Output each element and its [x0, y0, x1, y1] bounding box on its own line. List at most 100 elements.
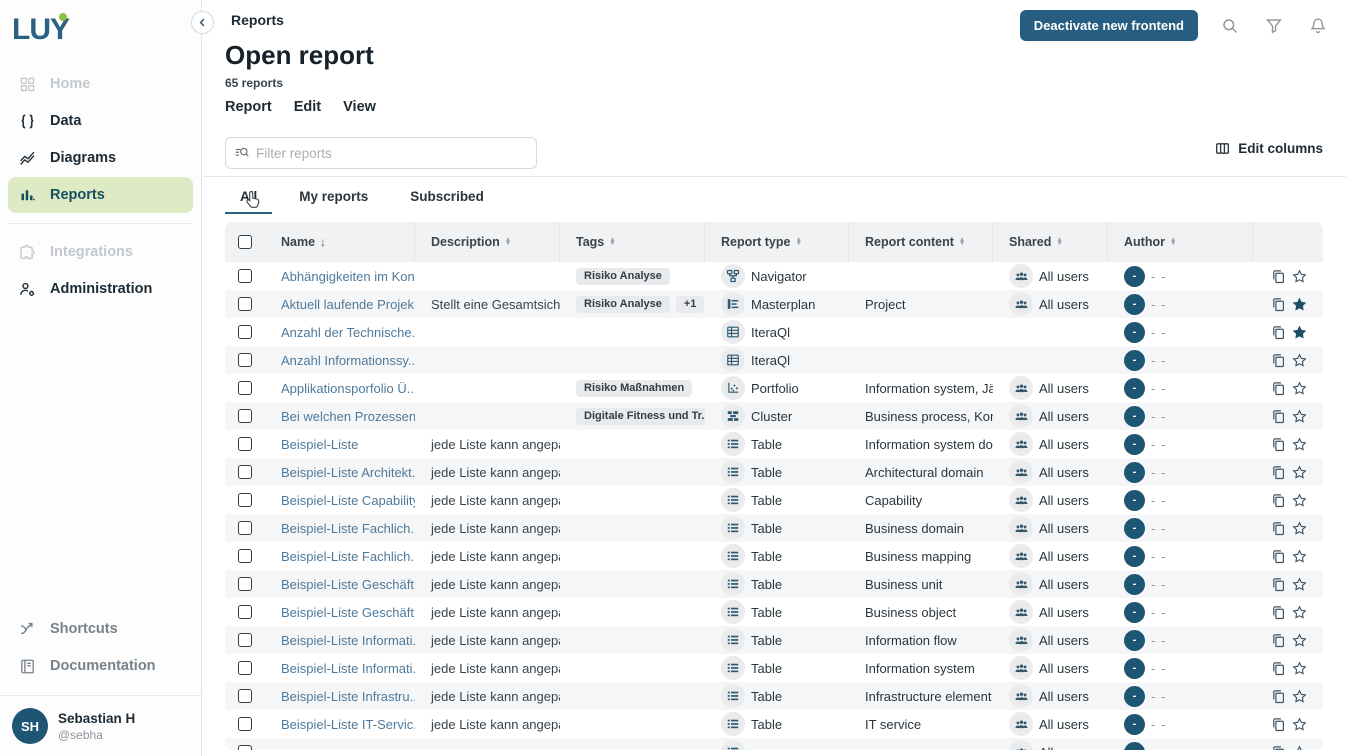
- report-name-link[interactable]: Anzahl Informationssy...: [281, 353, 415, 368]
- row-checkbox[interactable]: [238, 269, 252, 283]
- select-all-checkbox[interactable]: [238, 235, 252, 249]
- row-checkbox[interactable]: [238, 521, 252, 535]
- duplicate-report-icon[interactable]: [1271, 661, 1286, 676]
- sidebar-item-shortcuts[interactable]: Shortcuts: [8, 611, 193, 647]
- report-name-link[interactable]: Beispiel-Liste Fachlich...: [281, 521, 415, 536]
- table-row[interactable]: Beispiel-Liste Infrastru... jede Liste k…: [225, 682, 1323, 710]
- favorite-star-icon[interactable]: [1292, 493, 1307, 508]
- report-name-link[interactable]: Beispiel-Liste Informati...: [281, 661, 415, 676]
- filter-reports-input[interactable]: [256, 146, 528, 161]
- duplicate-report-icon[interactable]: [1271, 297, 1286, 312]
- row-checkbox[interactable]: [238, 297, 252, 311]
- table-row[interactable]: Beispiel-Liste Geschäft... jede Liste ka…: [225, 570, 1323, 598]
- menu-view[interactable]: View: [343, 99, 376, 115]
- column-header-description[interactable]: Description ▲▼: [415, 222, 560, 262]
- column-header-author[interactable]: Author ▲▼: [1108, 222, 1253, 262]
- duplicate-report-icon[interactable]: [1271, 409, 1286, 424]
- row-checkbox[interactable]: [238, 437, 252, 451]
- table-row[interactable]: Beispiel-Liste Architekt... jede Liste k…: [225, 458, 1323, 486]
- luy-logo[interactable]: LUY: [0, 0, 201, 60]
- tab-my-reports[interactable]: My reports: [284, 183, 383, 214]
- menu-report[interactable]: Report: [225, 99, 272, 115]
- row-checkbox[interactable]: [238, 325, 252, 339]
- column-header-report-type[interactable]: Report type ▲▼: [705, 222, 849, 262]
- sidebar-item-administration[interactable]: Administration: [8, 271, 193, 307]
- report-name-link[interactable]: Beispiel-Liste Fachlich...: [281, 549, 415, 564]
- table-row[interactable]: Beispiel-Liste Fachlich... jede Liste ka…: [225, 542, 1323, 570]
- favorite-star-icon[interactable]: [1292, 437, 1307, 452]
- deactivate-new-frontend-button[interactable]: Deactivate new frontend: [1020, 10, 1198, 41]
- duplicate-report-icon[interactable]: [1271, 717, 1286, 732]
- duplicate-report-icon[interactable]: [1271, 381, 1286, 396]
- sidebar-item-data[interactable]: Data: [8, 103, 193, 139]
- favorite-star-icon[interactable]: [1292, 717, 1307, 732]
- favorite-star-icon[interactable]: [1292, 661, 1307, 676]
- tab-subscribed[interactable]: Subscribed: [395, 183, 499, 214]
- favorite-star-icon[interactable]: [1292, 549, 1307, 564]
- duplicate-report-icon[interactable]: [1271, 353, 1286, 368]
- table-row[interactable]: Anzahl Informationssy... IteraQl - - -: [225, 346, 1323, 374]
- report-name-link[interactable]: Abhängigkeiten im Kon...: [281, 269, 415, 284]
- report-name-link[interactable]: Anzahl der Technische...: [281, 325, 415, 340]
- column-header-name[interactable]: Name ↓: [265, 222, 415, 262]
- sidebar-item-documentation[interactable]: Documentation: [8, 648, 193, 684]
- row-checkbox[interactable]: [238, 493, 252, 507]
- duplicate-report-icon[interactable]: [1271, 689, 1286, 704]
- table-row[interactable]: Abhängigkeiten im Kon... Risiko Analyse …: [225, 262, 1323, 290]
- tab-all[interactable]: All: [225, 183, 272, 214]
- favorite-star-icon[interactable]: [1292, 577, 1307, 592]
- column-header-tags[interactable]: Tags ▲▼: [560, 222, 705, 262]
- edit-columns-button[interactable]: Edit columns: [1215, 141, 1323, 156]
- favorite-star-icon[interactable]: [1292, 605, 1307, 620]
- column-header-report-content[interactable]: Report content ▲▼: [849, 222, 993, 262]
- user-card[interactable]: SH Sebastian H @sebha: [0, 695, 201, 756]
- column-header-shared[interactable]: Shared ▲▼: [993, 222, 1108, 262]
- report-name-link[interactable]: Beispiel-Liste Infrastru...: [281, 689, 415, 704]
- favorite-star-icon[interactable]: [1292, 465, 1307, 480]
- row-checkbox[interactable]: [238, 577, 252, 591]
- duplicate-report-icon[interactable]: [1271, 437, 1286, 452]
- duplicate-report-icon[interactable]: [1271, 633, 1286, 648]
- menu-edit[interactable]: Edit: [294, 99, 321, 115]
- row-checkbox[interactable]: [238, 549, 252, 563]
- report-name-link[interactable]: Beispiel-Liste Geschäft...: [281, 605, 415, 620]
- duplicate-report-icon[interactable]: [1271, 549, 1286, 564]
- report-name-link[interactable]: Beispiel-Liste Geschäft...: [281, 577, 415, 592]
- filter-icon[interactable]: [1262, 14, 1286, 38]
- duplicate-report-icon[interactable]: [1271, 269, 1286, 284]
- row-checkbox[interactable]: [238, 745, 252, 750]
- table-row[interactable]: Beispiel-Liste Geschäft... jede Liste ka…: [225, 598, 1323, 626]
- table-row[interactable]: Beispiel-Liste Informati... jede Liste k…: [225, 626, 1323, 654]
- favorite-star-icon[interactable]: [1292, 381, 1307, 396]
- row-checkbox[interactable]: [238, 409, 252, 423]
- duplicate-report-icon[interactable]: [1271, 325, 1286, 340]
- table-row[interactable]: Beispiel-Liste Informati... jede Liste k…: [225, 654, 1323, 682]
- row-checkbox[interactable]: [238, 381, 252, 395]
- report-name-link[interactable]: Bei welchen Prozessen...: [281, 409, 415, 424]
- favorite-star-icon[interactable]: [1292, 353, 1307, 368]
- favorite-star-icon[interactable]: [1292, 633, 1307, 648]
- report-name-link[interactable]: Beispiel-Liste IT-Servic...: [281, 717, 415, 732]
- notifications-bell-icon[interactable]: [1306, 14, 1330, 38]
- report-name-link[interactable]: Beispiel-Liste: [281, 437, 358, 452]
- report-name-link[interactable]: Aktuell laufende Projek...: [281, 297, 415, 312]
- duplicate-report-icon[interactable]: [1271, 745, 1286, 751]
- sidebar-item-reports[interactable]: Reports: [8, 177, 193, 213]
- duplicate-report-icon[interactable]: [1271, 493, 1286, 508]
- table-row[interactable]: Beispiel-Liste Capability jede Liste kan…: [225, 486, 1323, 514]
- duplicate-report-icon[interactable]: [1271, 605, 1286, 620]
- favorite-star-icon[interactable]: [1292, 745, 1307, 751]
- favorite-star-icon[interactable]: [1292, 325, 1307, 340]
- search-icon[interactable]: [1218, 14, 1242, 38]
- duplicate-report-icon[interactable]: [1271, 577, 1286, 592]
- table-row[interactable]: Applikationsporfolio Ü... Risiko Maßnahm…: [225, 374, 1323, 402]
- table-row[interactable]: Beispiel-Liste Fachlich... jede Liste ka…: [225, 514, 1323, 542]
- row-checkbox[interactable]: [238, 633, 252, 647]
- duplicate-report-icon[interactable]: [1271, 465, 1286, 480]
- duplicate-report-icon[interactable]: [1271, 521, 1286, 536]
- table-row[interactable]: Aktuell laufende Projek... Stellt eine G…: [225, 290, 1323, 318]
- row-checkbox[interactable]: [238, 605, 252, 619]
- report-name-link[interactable]: Beispiel-Liste Informati...: [281, 633, 415, 648]
- row-checkbox[interactable]: [238, 661, 252, 675]
- row-checkbox[interactable]: [238, 689, 252, 703]
